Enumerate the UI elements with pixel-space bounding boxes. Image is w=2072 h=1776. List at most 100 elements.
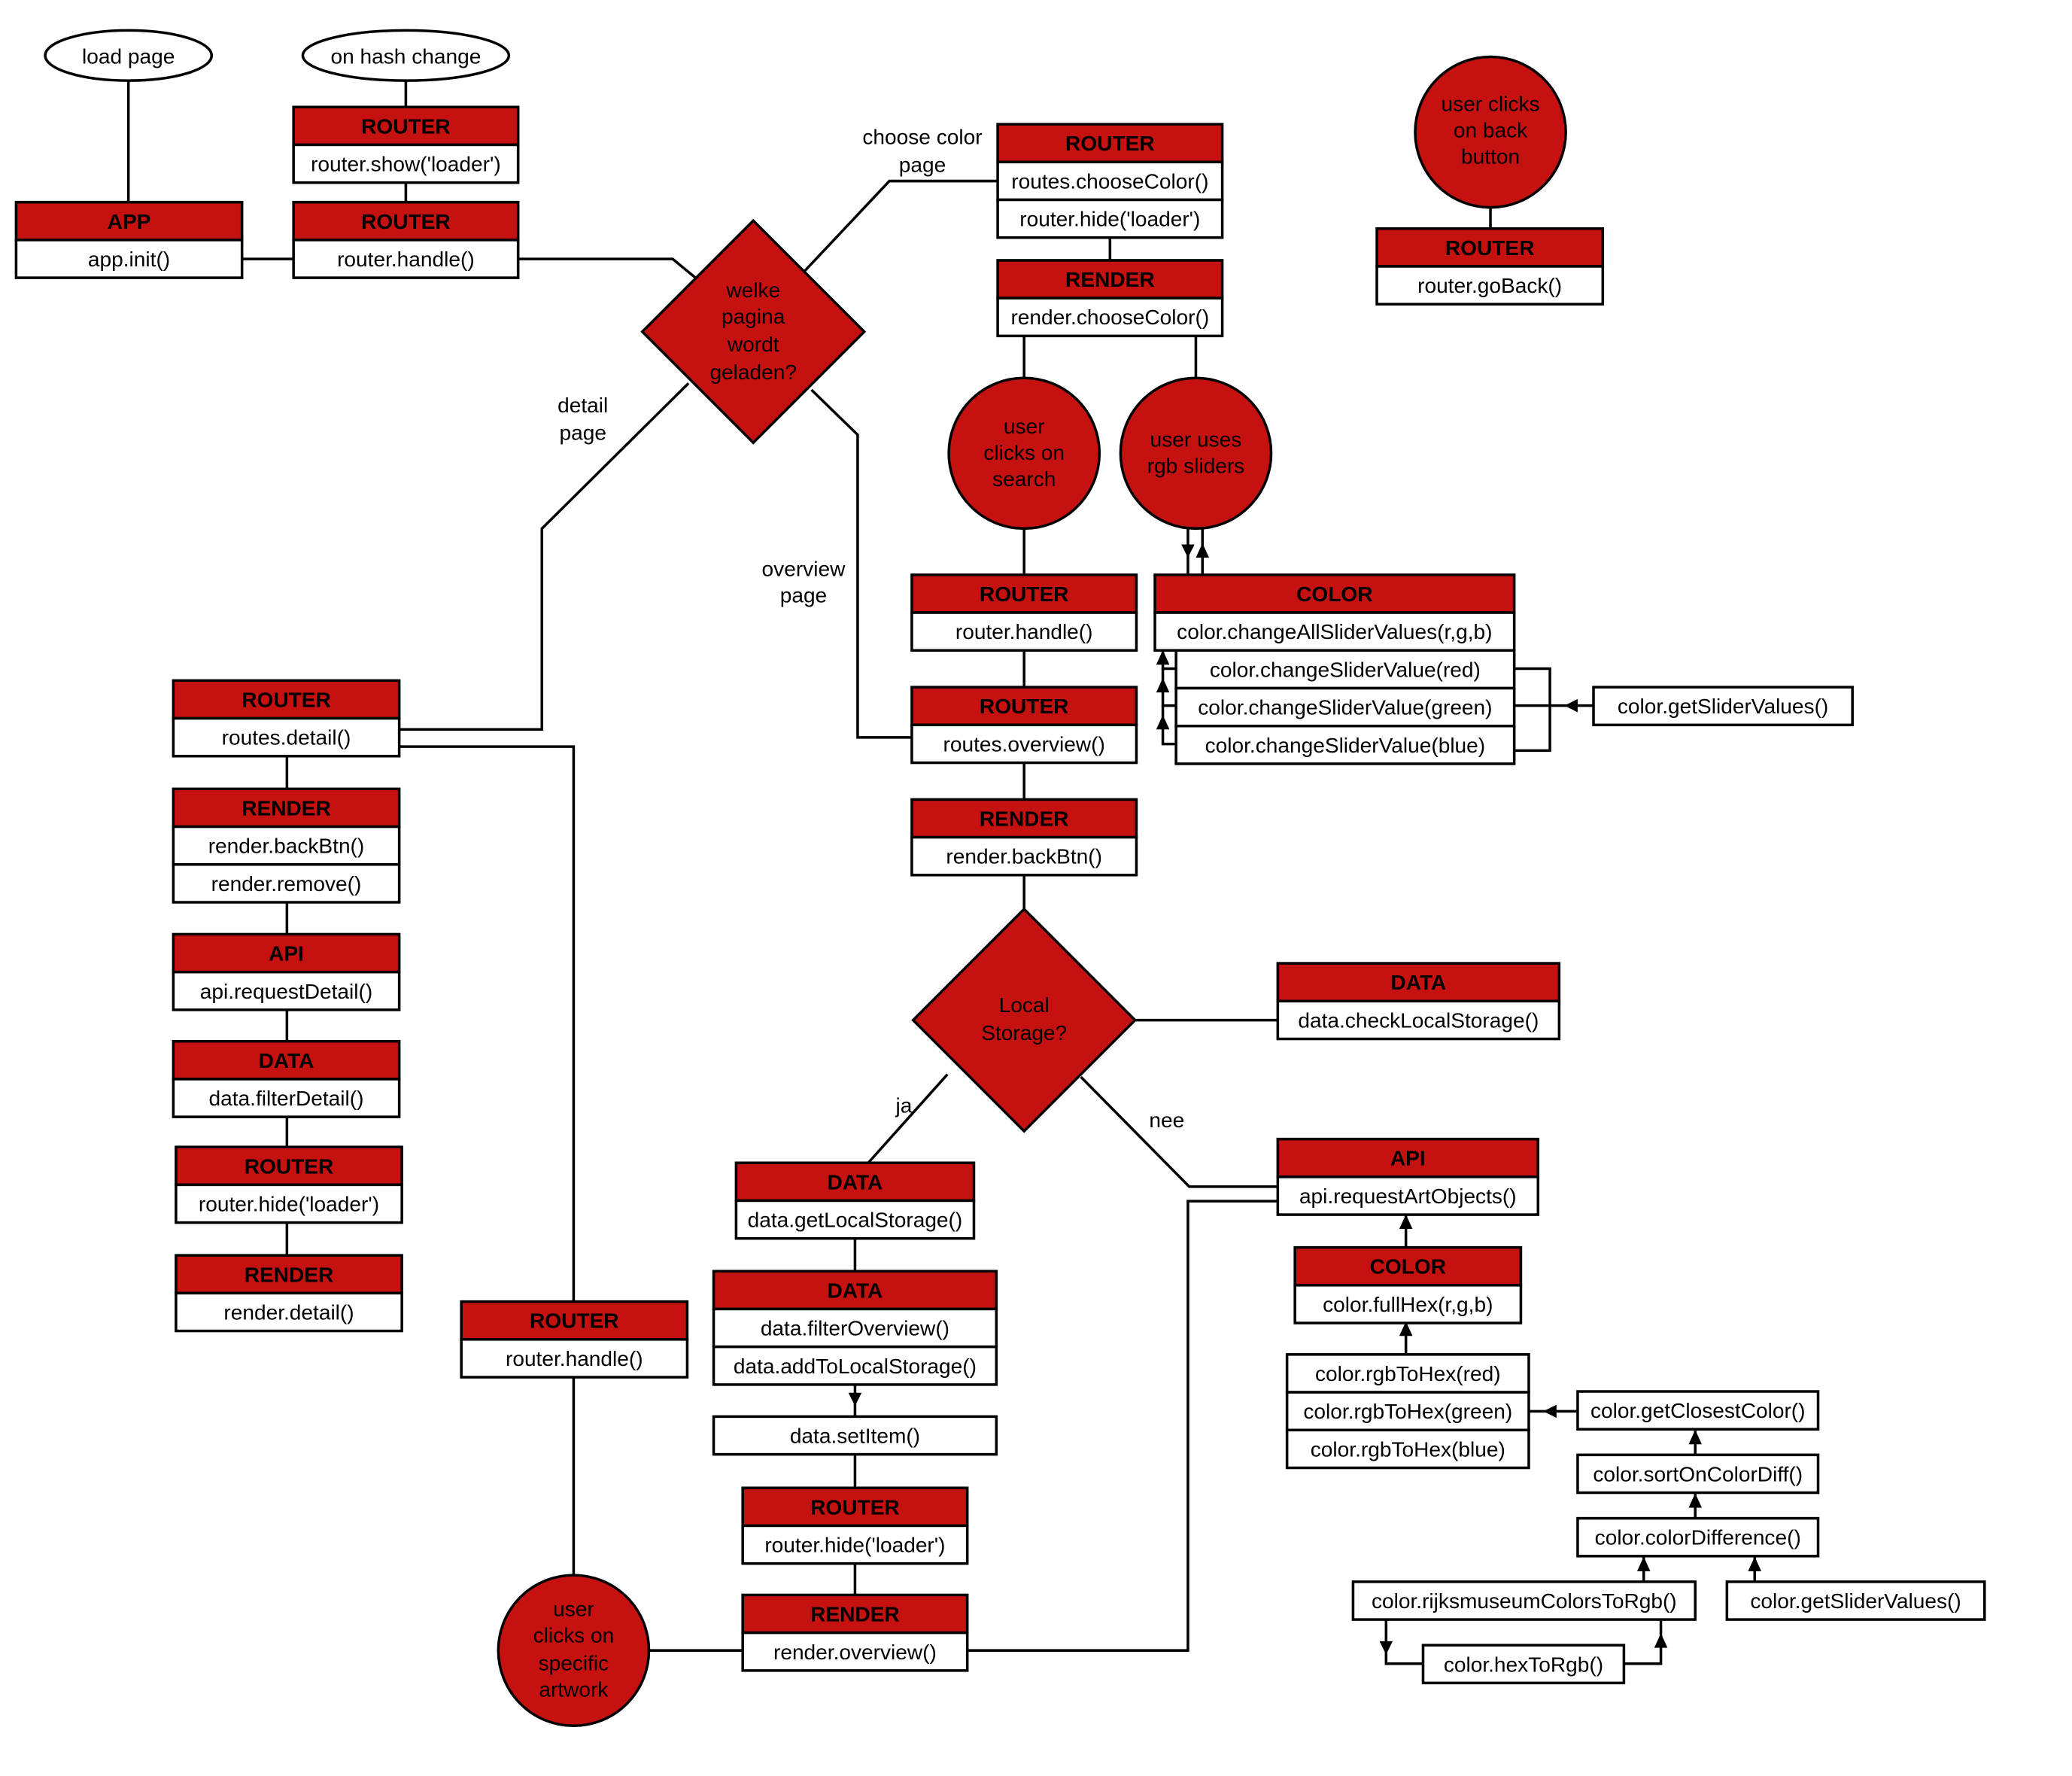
circle-line: specific [539, 1652, 609, 1675]
module-router-handle-mid: ROUTER router.handle() [910, 573, 1138, 652]
circle-line: artwork [539, 1678, 609, 1701]
module-app: APP app.init() [14, 200, 244, 279]
diamond-line: geladen? [709, 360, 797, 384]
arrow-up-icon [1156, 649, 1170, 665]
circle-line: search [992, 467, 1056, 491]
method-name: color.colorDifference() [1595, 1526, 1801, 1549]
module-api-detail: API api.requestDetail() [172, 932, 401, 1011]
event-label: on hash change [330, 44, 481, 68]
edge-label-overview: overview [762, 558, 846, 581]
connector [399, 745, 576, 1302]
diamond-line: Storage? [981, 1021, 1067, 1045]
connector [1624, 1619, 1663, 1665]
module-router-overview: ROUTER routes.overview() [910, 686, 1138, 765]
module-data-filter-detail: DATA data.filterDetail() [172, 1039, 401, 1118]
arrow-up-icon [1636, 1556, 1651, 1571]
method-name: color.rgbToHex(blue) [1311, 1437, 1505, 1461]
circle-line: rgb sliders [1147, 455, 1245, 478]
module-router-goback: ROUTER router.goBack() [1375, 227, 1605, 306]
module-title: API [269, 942, 304, 966]
method-name: color.sortOnColorDiff() [1593, 1462, 1803, 1486]
module-title: ROUTER [361, 210, 451, 233]
module-router-handle-top: ROUTER router.handle() [292, 200, 520, 279]
event-hash-change: on hash change [301, 29, 511, 82]
method-name: data.filterDetail() [209, 1087, 364, 1110]
module-title: ROUTER [1065, 132, 1155, 155]
method-name: api.requestDetail() [200, 980, 372, 1003]
method-name: color.rgbToHex(red) [1315, 1362, 1501, 1385]
circle-line: user clicks [1442, 93, 1540, 116]
arrow-up-icon [1654, 1633, 1668, 1648]
event-load-page: load page [44, 29, 214, 82]
module-title: ROUTER [242, 688, 331, 711]
circle-line: clicks on [533, 1624, 615, 1647]
method-name: render.chooseColor() [1010, 306, 1209, 329]
arrow-up-icon [1748, 1556, 1762, 1571]
arrow-down-icon [1181, 544, 1195, 558]
arrow-down-icon [848, 1392, 862, 1407]
method-name: router.hide('loader') [764, 1534, 945, 1557]
module-router-choose: ROUTER routes.chooseColor() router.hide('l… [996, 123, 1224, 239]
event-artwork-click: user clicks on specific artwork [497, 1574, 651, 1728]
module-title: RENDER [810, 1603, 900, 1626]
sub-method-name: color.changeSliderValue(red) [1210, 658, 1481, 681]
module-title: ROUTER [980, 695, 1069, 718]
diamond-line: Local [999, 993, 1050, 1017]
arrow-left-icon [1564, 698, 1578, 713]
method-name: router.goBack() [1417, 274, 1562, 297]
module-color-fullhex: COLOR color.fullHex(r,g,b) [1293, 1245, 1523, 1324]
event-label: load page [82, 44, 175, 68]
method-name: render.backBtn() [946, 845, 1102, 868]
module-rijks-to-rgb: color.rijksmuseumColorsToRgb() [1351, 1580, 1697, 1621]
diamond-line: welke [725, 278, 780, 302]
method-name: routes.chooseColor() [1011, 169, 1208, 193]
module-router-show: ROUTER router.show('loader') [292, 105, 520, 184]
method-name: data.checkLocalStorage() [1298, 1008, 1539, 1032]
edge-label-no: nee [1149, 1108, 1184, 1132]
connector [967, 1200, 1278, 1652]
method-name: data.filterOverview() [761, 1317, 949, 1340]
arrow-up-icon [1688, 1493, 1702, 1508]
module-title: RENDER [1065, 268, 1155, 291]
edge-label-choose-color: page [899, 153, 946, 176]
diamond-line: pagina [722, 305, 785, 328]
module-render-backbtn-overview: RENDER render.backBtn() [910, 798, 1138, 877]
method-name: router.handle() [955, 620, 1093, 643]
edge-label-choose-color: choose color [862, 125, 982, 148]
sub-method-name: color.changeSliderValue(green) [1198, 696, 1492, 719]
method-name: api.requestArtObjects() [1299, 1185, 1517, 1208]
connector [1080, 1075, 1278, 1188]
method-name: render.backBtn() [208, 835, 365, 858]
module-title: ROUTER [530, 1309, 619, 1333]
module-color-sliders: COLOR color.changeAllSliderValues(r,g,b) c… [1153, 573, 1516, 765]
circle-line: user [553, 1598, 594, 1621]
module-data-filter-overview: DATA data.filterOverview() data.addToLocal… [712, 1270, 998, 1386]
circle-line: user uses [1150, 428, 1242, 452]
edge-label-detail: detail [557, 394, 608, 417]
module-title: ROUTER [361, 114, 451, 138]
flow-diagram: load page on hash change user clicks on … [14, 29, 1986, 1728]
method-name: router.handle() [506, 1347, 643, 1370]
method-name: color.getSliderValues() [1618, 695, 1828, 718]
connector [867, 1073, 949, 1164]
module-title: ROUTER [810, 1495, 900, 1519]
module-router-handle-artwork: ROUTER router.handle() [460, 1300, 689, 1379]
event-rgb-sliders: user uses rgb sliders [1119, 376, 1273, 531]
module-title: RENDER [242, 796, 331, 820]
method-name: data.addToLocalStorage() [734, 1355, 977, 1378]
module-get-slider-values-top: color.getSliderValues() [1592, 686, 1854, 727]
diamond-line: wordt [727, 333, 779, 356]
module-title: DATA [259, 1049, 314, 1072]
event-back-button: user clicks on back button [1414, 55, 1567, 209]
module-color-diff: color.colorDifference() [1576, 1516, 1820, 1558]
edge-label-detail: page [559, 421, 606, 445]
edge-label-overview: page [780, 584, 827, 607]
method-name: router.handle() [337, 248, 475, 271]
method-name: data.setItem() [790, 1425, 920, 1448]
module-title: DATA [828, 1279, 883, 1302]
module-title: RENDER [245, 1263, 334, 1286]
module-render-choose: RENDER render.chooseColor() [996, 259, 1224, 338]
module-closest-color: color.getClosestColor() [1576, 1390, 1820, 1431]
circle-line: user [1004, 415, 1045, 438]
method-name: render.overview() [773, 1641, 937, 1664]
